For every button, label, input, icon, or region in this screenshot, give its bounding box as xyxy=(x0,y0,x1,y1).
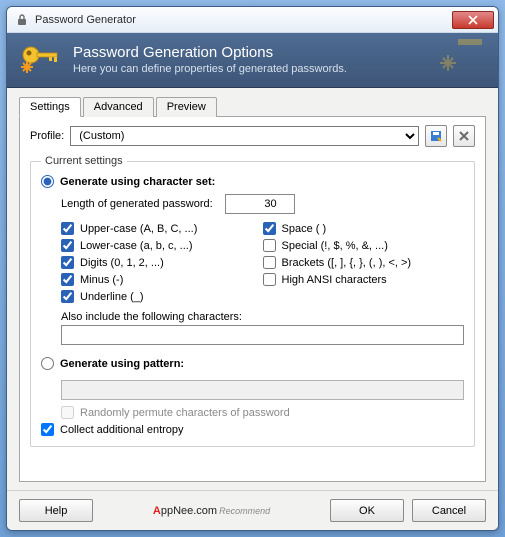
window: Password Generator Password Generation O… xyxy=(6,6,499,531)
content: Settings Advanced Preview Profile: (Cust… xyxy=(7,88,498,490)
chk-upper-input[interactable] xyxy=(61,222,74,235)
logo-brand: ppNee xyxy=(161,505,193,517)
tab-bar: Settings Advanced Preview xyxy=(19,97,486,117)
profile-label: Profile: xyxy=(30,130,64,142)
pattern-radio-row: Generate using pattern: xyxy=(41,357,464,370)
chk-lower-input[interactable] xyxy=(61,239,74,252)
appnee-logo: AppNee.comRecommend xyxy=(153,505,270,517)
banner-deco-icon xyxy=(438,37,484,80)
chk-entropy[interactable]: Collect additional entropy xyxy=(41,423,464,436)
charset-radio[interactable] xyxy=(41,175,54,188)
chk-brackets-label: Brackets ([, ], {, }, (, ), <, >) xyxy=(282,257,412,269)
tab-preview[interactable]: Preview xyxy=(156,97,217,117)
charset-radio-label: Generate using character set: xyxy=(60,176,215,188)
chk-entropy-label: Collect additional entropy xyxy=(60,424,184,436)
chk-minus-label: Minus (-) xyxy=(80,274,123,286)
ok-button[interactable]: OK xyxy=(330,499,404,522)
delete-icon xyxy=(458,130,470,142)
chk-space-input[interactable] xyxy=(263,222,276,235)
profile-select[interactable]: (Custom) xyxy=(70,126,419,146)
tab-settings[interactable]: Settings xyxy=(19,97,81,117)
chk-space-label: Space ( ) xyxy=(282,223,327,235)
charset-radio-row: Generate using character set: xyxy=(41,175,464,188)
help-button[interactable]: Help xyxy=(19,499,93,522)
delete-profile-button[interactable] xyxy=(453,125,475,147)
pattern-block: Generate using pattern: Randomly permute… xyxy=(41,357,464,419)
chk-minus[interactable]: Minus (-) xyxy=(61,273,263,286)
chk-upper[interactable]: Upper-case (A, B, C, ...) xyxy=(61,222,263,235)
length-label: Length of generated password: xyxy=(61,198,213,210)
length-row: Length of generated password: xyxy=(61,194,464,214)
watermark: AppNee.comRecommend xyxy=(101,505,322,517)
chk-permute-input xyxy=(61,406,74,419)
pattern-radio-label: Generate using pattern: xyxy=(60,358,184,370)
chk-permute-label: Randomly permute characters of password xyxy=(80,407,290,419)
also-include-row: Also include the following characters: xyxy=(61,311,464,345)
also-include-input[interactable] xyxy=(61,325,464,345)
tab-panel-settings: Profile: (Custom) Current settings Gener… xyxy=(19,116,486,482)
window-title: Password Generator xyxy=(35,14,452,26)
chk-space[interactable]: Space ( ) xyxy=(263,222,465,235)
length-input[interactable] xyxy=(225,194,295,214)
settings-legend: Current settings xyxy=(41,155,127,167)
banner: Password Generation Options Here you can… xyxy=(7,33,498,88)
pattern-input xyxy=(61,380,464,400)
charset-grid: Upper-case (A, B, C, ...) Space ( ) Lowe… xyxy=(61,222,464,303)
also-include-label: Also include the following characters: xyxy=(61,311,464,323)
key-icon xyxy=(19,41,63,77)
logo-a: A xyxy=(153,505,161,517)
save-icon xyxy=(429,129,443,143)
banner-subheading: Here you can define properties of genera… xyxy=(73,63,347,75)
chk-underline[interactable]: Underline (_) xyxy=(61,290,263,303)
chk-highansi-label: High ANSI characters xyxy=(282,274,387,286)
banner-heading: Password Generation Options xyxy=(73,44,347,61)
chk-highansi[interactable]: High ANSI characters xyxy=(263,273,465,286)
close-icon xyxy=(468,15,478,25)
chk-special-label: Special (!, $, %, &, ...) xyxy=(282,240,388,252)
cancel-button[interactable]: Cancel xyxy=(412,499,486,522)
chk-digits-input[interactable] xyxy=(61,256,74,269)
chk-digits-label: Digits (0, 1, 2, ...) xyxy=(80,257,164,269)
footer: Help AppNee.comRecommend OK Cancel xyxy=(7,490,498,530)
pattern-radio[interactable] xyxy=(41,357,54,370)
chk-special-input[interactable] xyxy=(263,239,276,252)
chk-underline-label: Underline (_) xyxy=(80,291,144,303)
chk-upper-label: Upper-case (A, B, C, ...) xyxy=(80,223,197,235)
lock-icon xyxy=(15,13,29,27)
chk-highansi-input[interactable] xyxy=(263,273,276,286)
chk-brackets[interactable]: Brackets ([, ], {, }, (, ), <, >) xyxy=(263,256,465,269)
settings-group: Current settings Generate using characte… xyxy=(30,155,475,447)
titlebar: Password Generator xyxy=(7,7,498,33)
logo-suffix: .com xyxy=(193,505,217,517)
chk-special[interactable]: Special (!, $, %, &, ...) xyxy=(263,239,465,252)
chk-permute: Randomly permute characters of password xyxy=(61,406,464,419)
chk-underline-input[interactable] xyxy=(61,290,74,303)
chk-entropy-input[interactable] xyxy=(41,423,54,436)
logo-tag: Recommend xyxy=(219,506,270,516)
profile-row: Profile: (Custom) xyxy=(30,125,475,147)
tab-advanced[interactable]: Advanced xyxy=(83,97,154,117)
banner-text: Password Generation Options Here you can… xyxy=(73,44,347,75)
chk-lower-label: Lower-case (a, b, c, ...) xyxy=(80,240,192,252)
chk-lower[interactable]: Lower-case (a, b, c, ...) xyxy=(61,239,263,252)
close-button[interactable] xyxy=(452,11,494,29)
chk-digits[interactable]: Digits (0, 1, 2, ...) xyxy=(61,256,263,269)
chk-minus-input[interactable] xyxy=(61,273,74,286)
chk-brackets-input[interactable] xyxy=(263,256,276,269)
save-profile-button[interactable] xyxy=(425,125,447,147)
